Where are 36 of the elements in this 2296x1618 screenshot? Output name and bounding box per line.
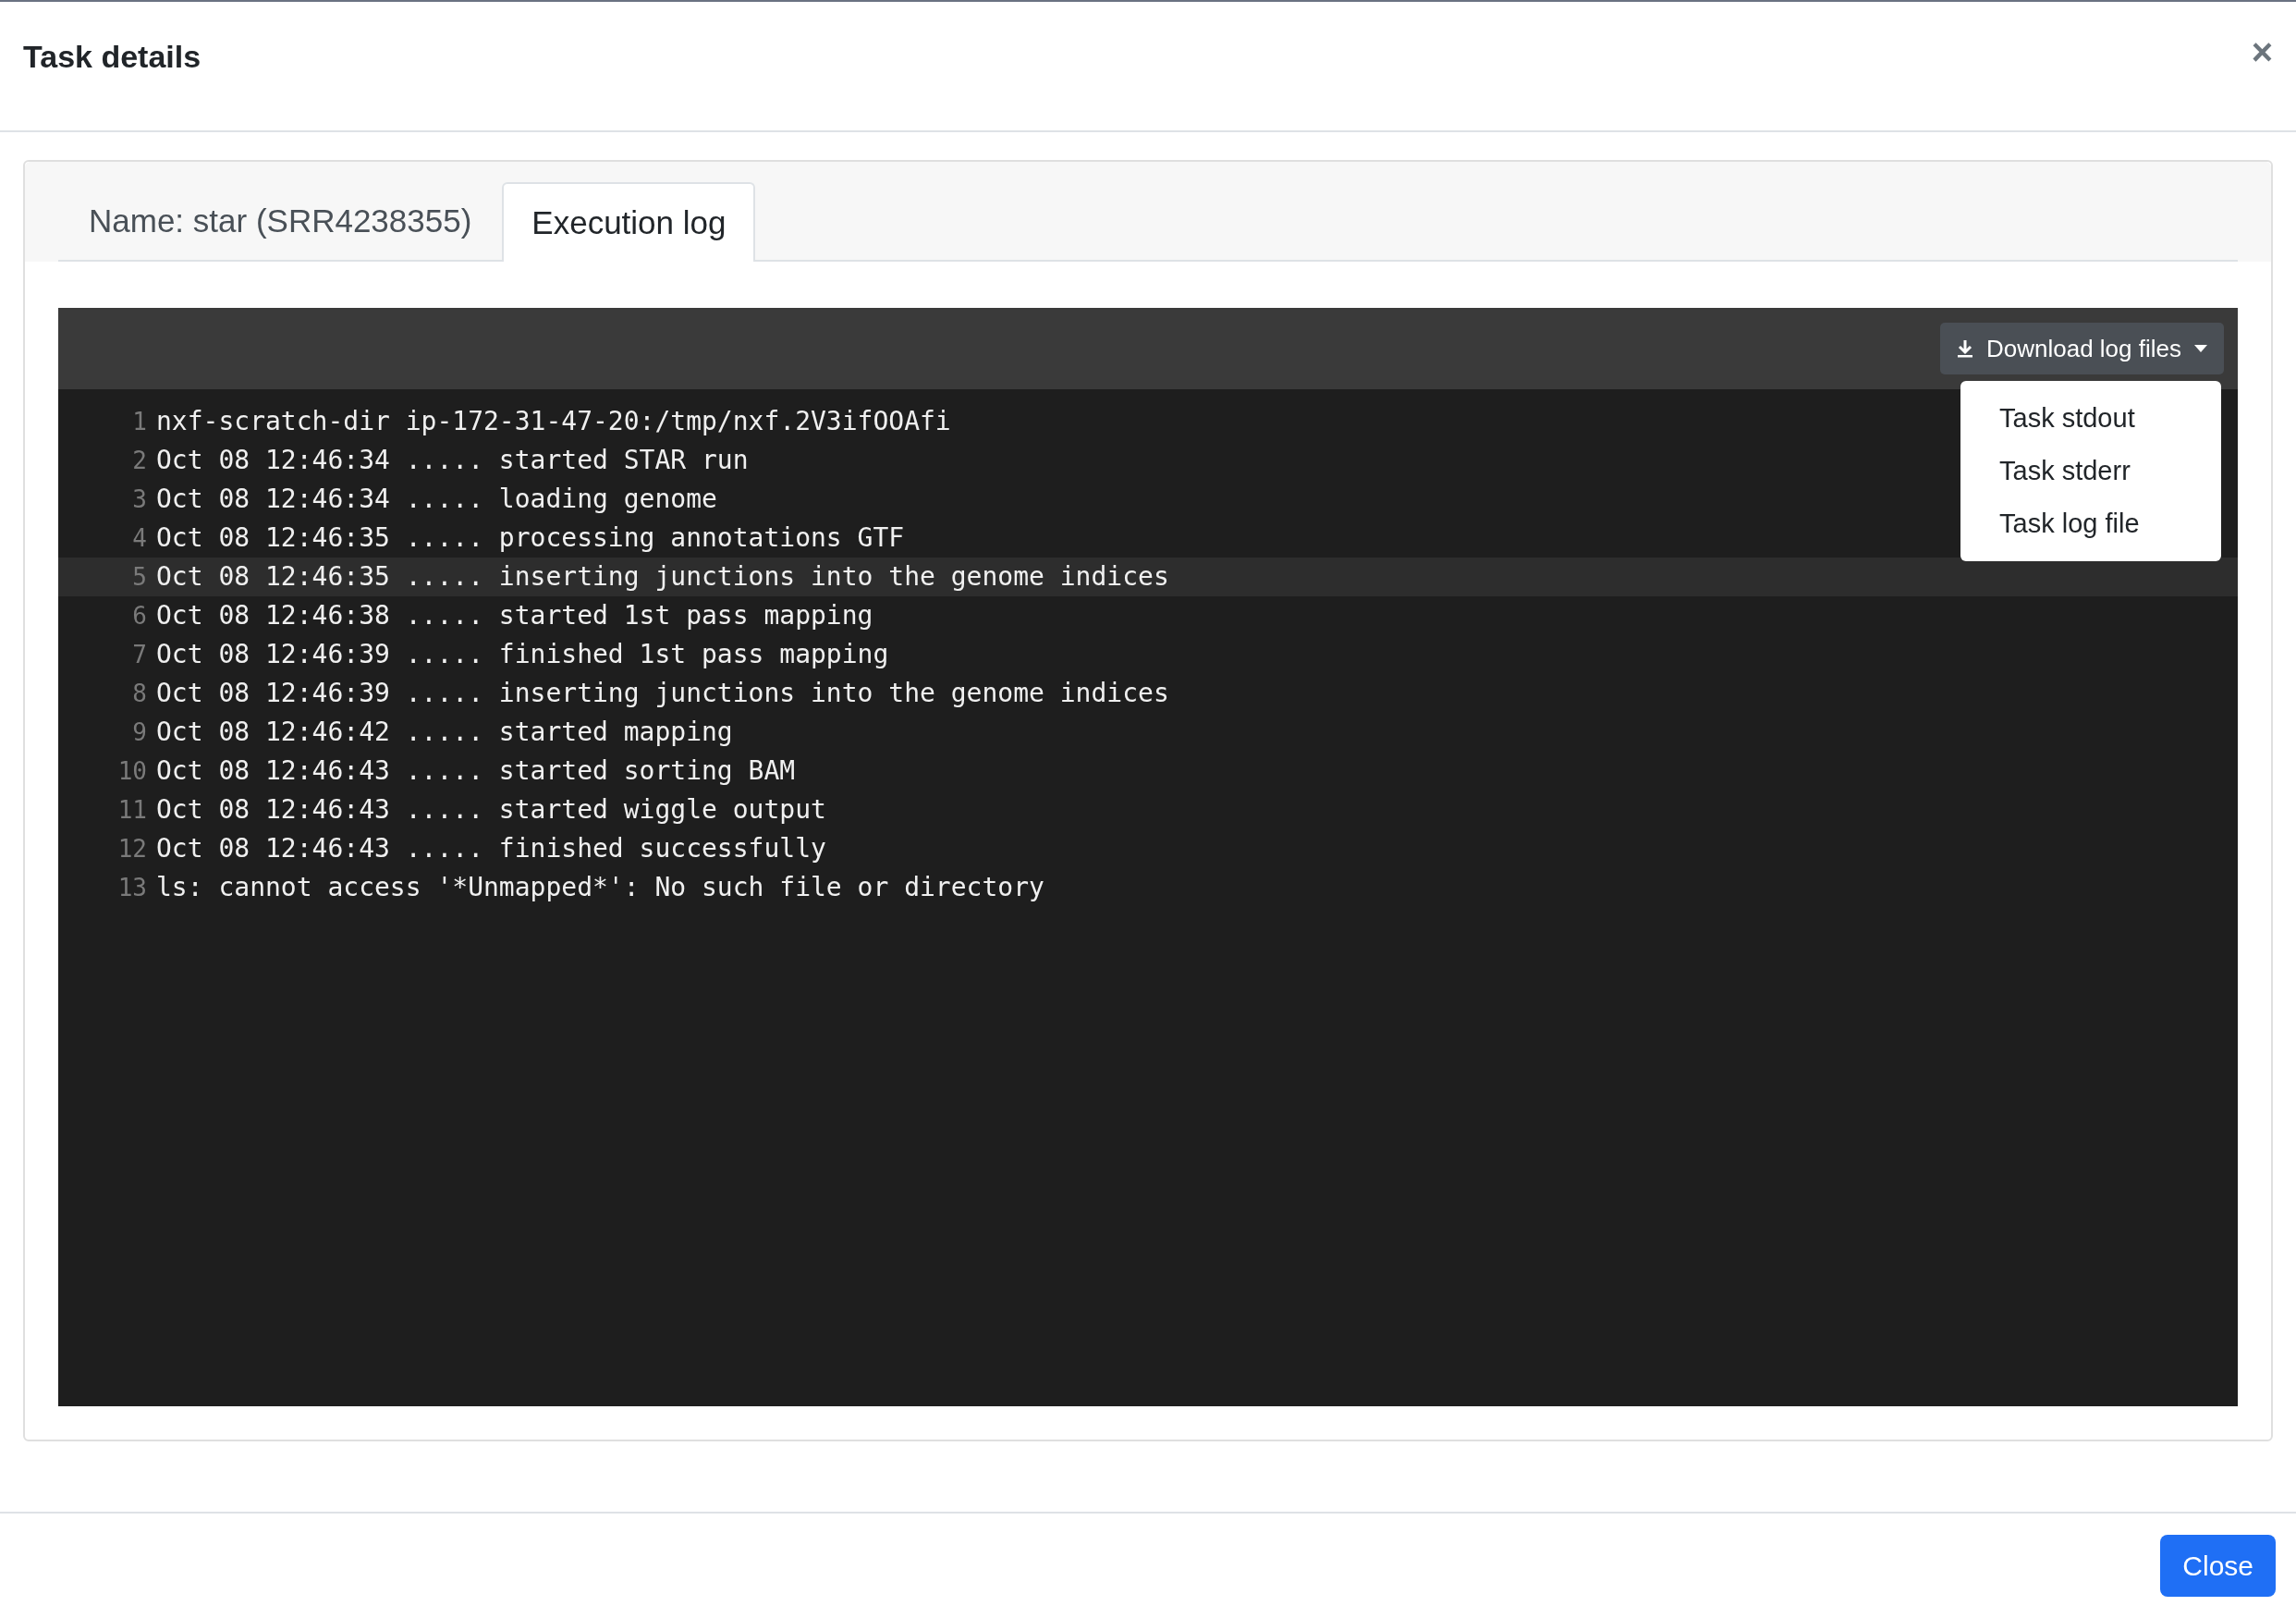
line-number: 3	[131, 484, 148, 515]
tab[interactable]: Name: star (SRR4238355)	[58, 182, 503, 260]
line-number: 13	[116, 872, 148, 903]
line-number: 2	[131, 445, 148, 476]
line-number: 10	[116, 755, 148, 787]
line-number: 8	[131, 678, 148, 709]
log-line-text: Oct 08 12:46:43 ..... started wiggle output	[156, 793, 826, 827]
menu-item[interactable]: Task stdout	[1960, 392, 2221, 445]
log-line-text: ls: cannot access '*Unmapped*': No such file or directory	[156, 871, 1044, 904]
download-icon	[1957, 339, 1973, 358]
log-line-text: nxf-scratch-dir ip-172-31-47-20:/tmp/nxf.2V3ifOOAfi	[156, 405, 951, 438]
line-number: 4	[131, 522, 148, 554]
line-number: 11	[116, 794, 148, 826]
log-line-text: Oct 08 12:46:39 ..... finished 1st pass mapping	[156, 638, 889, 671]
tab[interactable]: Execution log	[502, 182, 756, 262]
log-line-text: Oct 08 12:46:34 ..... loading genome	[156, 483, 717, 516]
dialog-title: Task details	[23, 38, 202, 76]
menu-item[interactable]: Task log file	[1960, 497, 2221, 550]
log-line-text: Oct 08 12:46:42 ..... started mapping	[156, 716, 733, 749]
caret-icon	[2194, 345, 2207, 352]
line-number: 9	[131, 717, 148, 748]
menu-item[interactable]: Task stderr	[1960, 445, 2221, 497]
download-log-files-button[interactable]: Download log files	[1940, 323, 2224, 374]
log-line-text: Oct 08 12:46:43 ..... started sorting BAM	[156, 754, 796, 788]
log-line-text: Oct 08 12:46:39 ..... inserting junctions into the genome indices	[156, 677, 1169, 710]
log-line-text: Oct 08 12:46:43 ..... finished successfully	[156, 832, 826, 865]
line-number: 6	[131, 600, 148, 631]
close-button[interactable]: Close	[2160, 1535, 2276, 1597]
log-line-text: Oct 08 12:46:35 ..... processing annotations GTF	[156, 521, 905, 555]
line-number: 5	[131, 561, 148, 593]
log-line-text: Oct 08 12:46:38 ..... started 1st pass mapping	[156, 599, 873, 632]
line-number: 7	[131, 639, 148, 670]
log-line-text: Oct 08 12:46:34 ..... started STAR run	[156, 444, 749, 477]
log-line-text: Oct 08 12:46:35 ..... inserting junctions into the genome indices	[156, 560, 1169, 594]
line-number: 1	[131, 406, 148, 437]
line-number: 12	[116, 833, 148, 864]
